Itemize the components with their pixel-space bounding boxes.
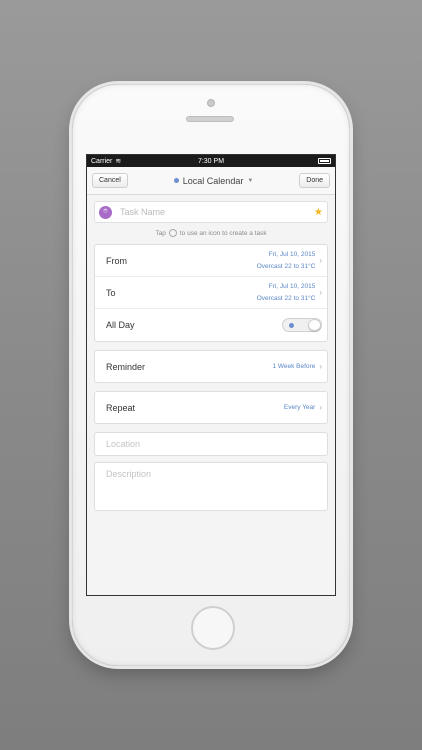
all-day-label: All Day	[106, 320, 135, 330]
task-icon[interactable]: ⌾	[99, 205, 112, 219]
calendar-selector[interactable]: Local Calendar ▼	[173, 175, 254, 186]
battery-icon	[318, 158, 331, 164]
star-icon[interactable]: ★	[314, 207, 323, 218]
from-weather: Overcast 22 to 31°C	[256, 262, 316, 270]
reminder-label: Reminder	[106, 361, 146, 372]
repeat-row[interactable]: Repeat Every Year ›	[95, 392, 327, 423]
description-input[interactable]: Description	[94, 462, 328, 511]
repeat-value: Every Year	[283, 404, 316, 411]
form: ⌾ Task Name ★ Tap to use an icon to crea…	[87, 195, 335, 523]
repeat-label: Repeat	[106, 402, 136, 413]
to-weather: Overcast 22 to 31°C	[256, 294, 316, 302]
clock: 7:30 PM	[197, 157, 225, 165]
all-day-row: All Day	[95, 309, 327, 341]
chevron-right-icon: ›	[319, 288, 322, 297]
from-label: From	[106, 255, 127, 266]
hint-before: Tap	[155, 229, 166, 237]
task-hint: Tap to use an icon to create a task	[94, 229, 328, 237]
from-row[interactable]: From Fri, Jul 10, 2015 Overcast 22 to 31…	[95, 245, 327, 277]
status-bar: Carrier ≋ 7:30 PM	[87, 155, 335, 167]
done-button[interactable]: Done	[299, 173, 330, 188]
to-label: To	[106, 287, 116, 298]
task-name-input[interactable]: Task Name	[120, 207, 306, 217]
calendar-color-dot	[173, 178, 179, 183]
to-date: Fri, Jul 10, 2015	[268, 282, 316, 290]
calendar-title: Local Calendar	[182, 175, 244, 186]
cancel-button[interactable]: Cancel	[92, 173, 128, 188]
to-row[interactable]: To Fri, Jul 10, 2015 Overcast 22 to 31°C…	[95, 277, 327, 309]
speaker-grill	[186, 116, 234, 122]
schedule-card: From Fri, Jul 10, 2015 Overcast 22 to 31…	[94, 244, 328, 342]
repeat-card: Repeat Every Year ›	[94, 391, 328, 424]
task-row: ⌾ Task Name ★	[94, 201, 328, 223]
toggle-dot	[289, 323, 294, 328]
chevron-right-icon: ›	[319, 256, 322, 265]
chevron-right-icon: ›	[319, 403, 322, 412]
hint-after: to use an icon to create a task	[179, 229, 267, 237]
reminder-card: Reminder 1 Week Before ›	[94, 350, 328, 383]
home-button[interactable]	[191, 606, 235, 650]
all-day-toggle[interactable]	[282, 318, 322, 332]
navigation-bar: Cancel Local Calendar ▼ Done	[87, 167, 335, 195]
screen: Carrier ≋ 7:30 PM Cancel Local Calendar …	[86, 154, 336, 596]
location-input[interactable]: Location	[94, 432, 328, 456]
camera-icon	[207, 99, 215, 107]
toggle-knob	[308, 319, 321, 331]
chevron-right-icon: ›	[319, 362, 322, 371]
hint-icon	[168, 229, 177, 237]
from-date: Fri, Jul 10, 2015	[268, 250, 316, 258]
reminder-value: 1 Week Before	[272, 363, 316, 370]
caret-down-icon: ▼	[247, 177, 254, 184]
reminder-row[interactable]: Reminder 1 Week Before ›	[95, 351, 327, 382]
